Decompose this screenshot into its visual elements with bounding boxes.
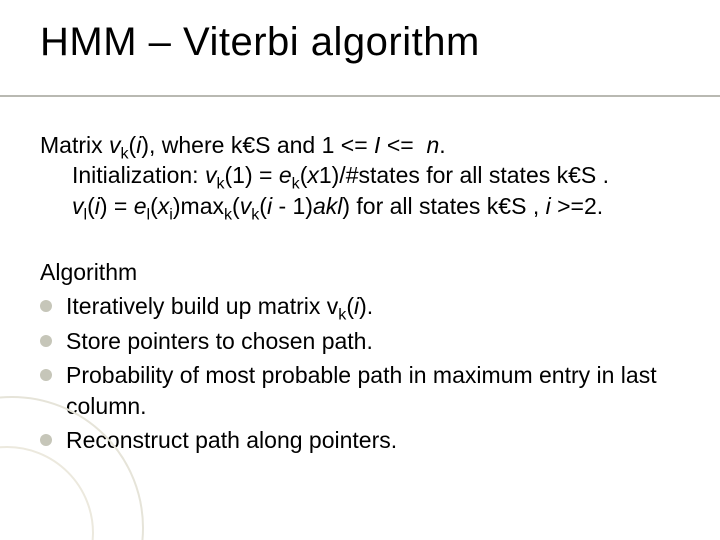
matrix-line-3: vl(i) = el(xi)maxk(vk(i - 1)akl) for all… xyxy=(40,191,680,221)
algorithm-heading: Algorithm xyxy=(40,257,680,287)
title-divider xyxy=(0,95,720,97)
matrix-definition: Matrix vk(i), where k€S and 1 <= I <= n.… xyxy=(40,130,680,221)
slide-title: HMM – Viterbi algorithm xyxy=(40,20,480,65)
list-item: Iteratively build up matrix vk(i). xyxy=(40,291,680,321)
list-item-text: Iteratively build up matrix vk(i). xyxy=(66,293,373,319)
list-item: Store pointers to chosen path. xyxy=(40,326,680,356)
list-item-text: Probability of most probable path in max… xyxy=(66,362,657,418)
list-item: Probability of most probable path in max… xyxy=(40,360,680,421)
matrix-line-1: Matrix vk(i), where k€S and 1 <= I <= n. xyxy=(40,132,446,158)
list-item: Reconstruct path along pointers. xyxy=(40,425,680,455)
algorithm-list: Iteratively build up matrix vk(i). Store… xyxy=(40,291,680,455)
slide: HMM – Viterbi algorithm Matrix vk(i), wh… xyxy=(0,0,720,540)
list-item-text: Store pointers to chosen path. xyxy=(66,328,373,354)
slide-body: Matrix vk(i), where k€S and 1 <= I <= n.… xyxy=(40,130,680,459)
matrix-line-2: Initialization: vk(1) = ek(x1)/#states f… xyxy=(40,160,680,190)
